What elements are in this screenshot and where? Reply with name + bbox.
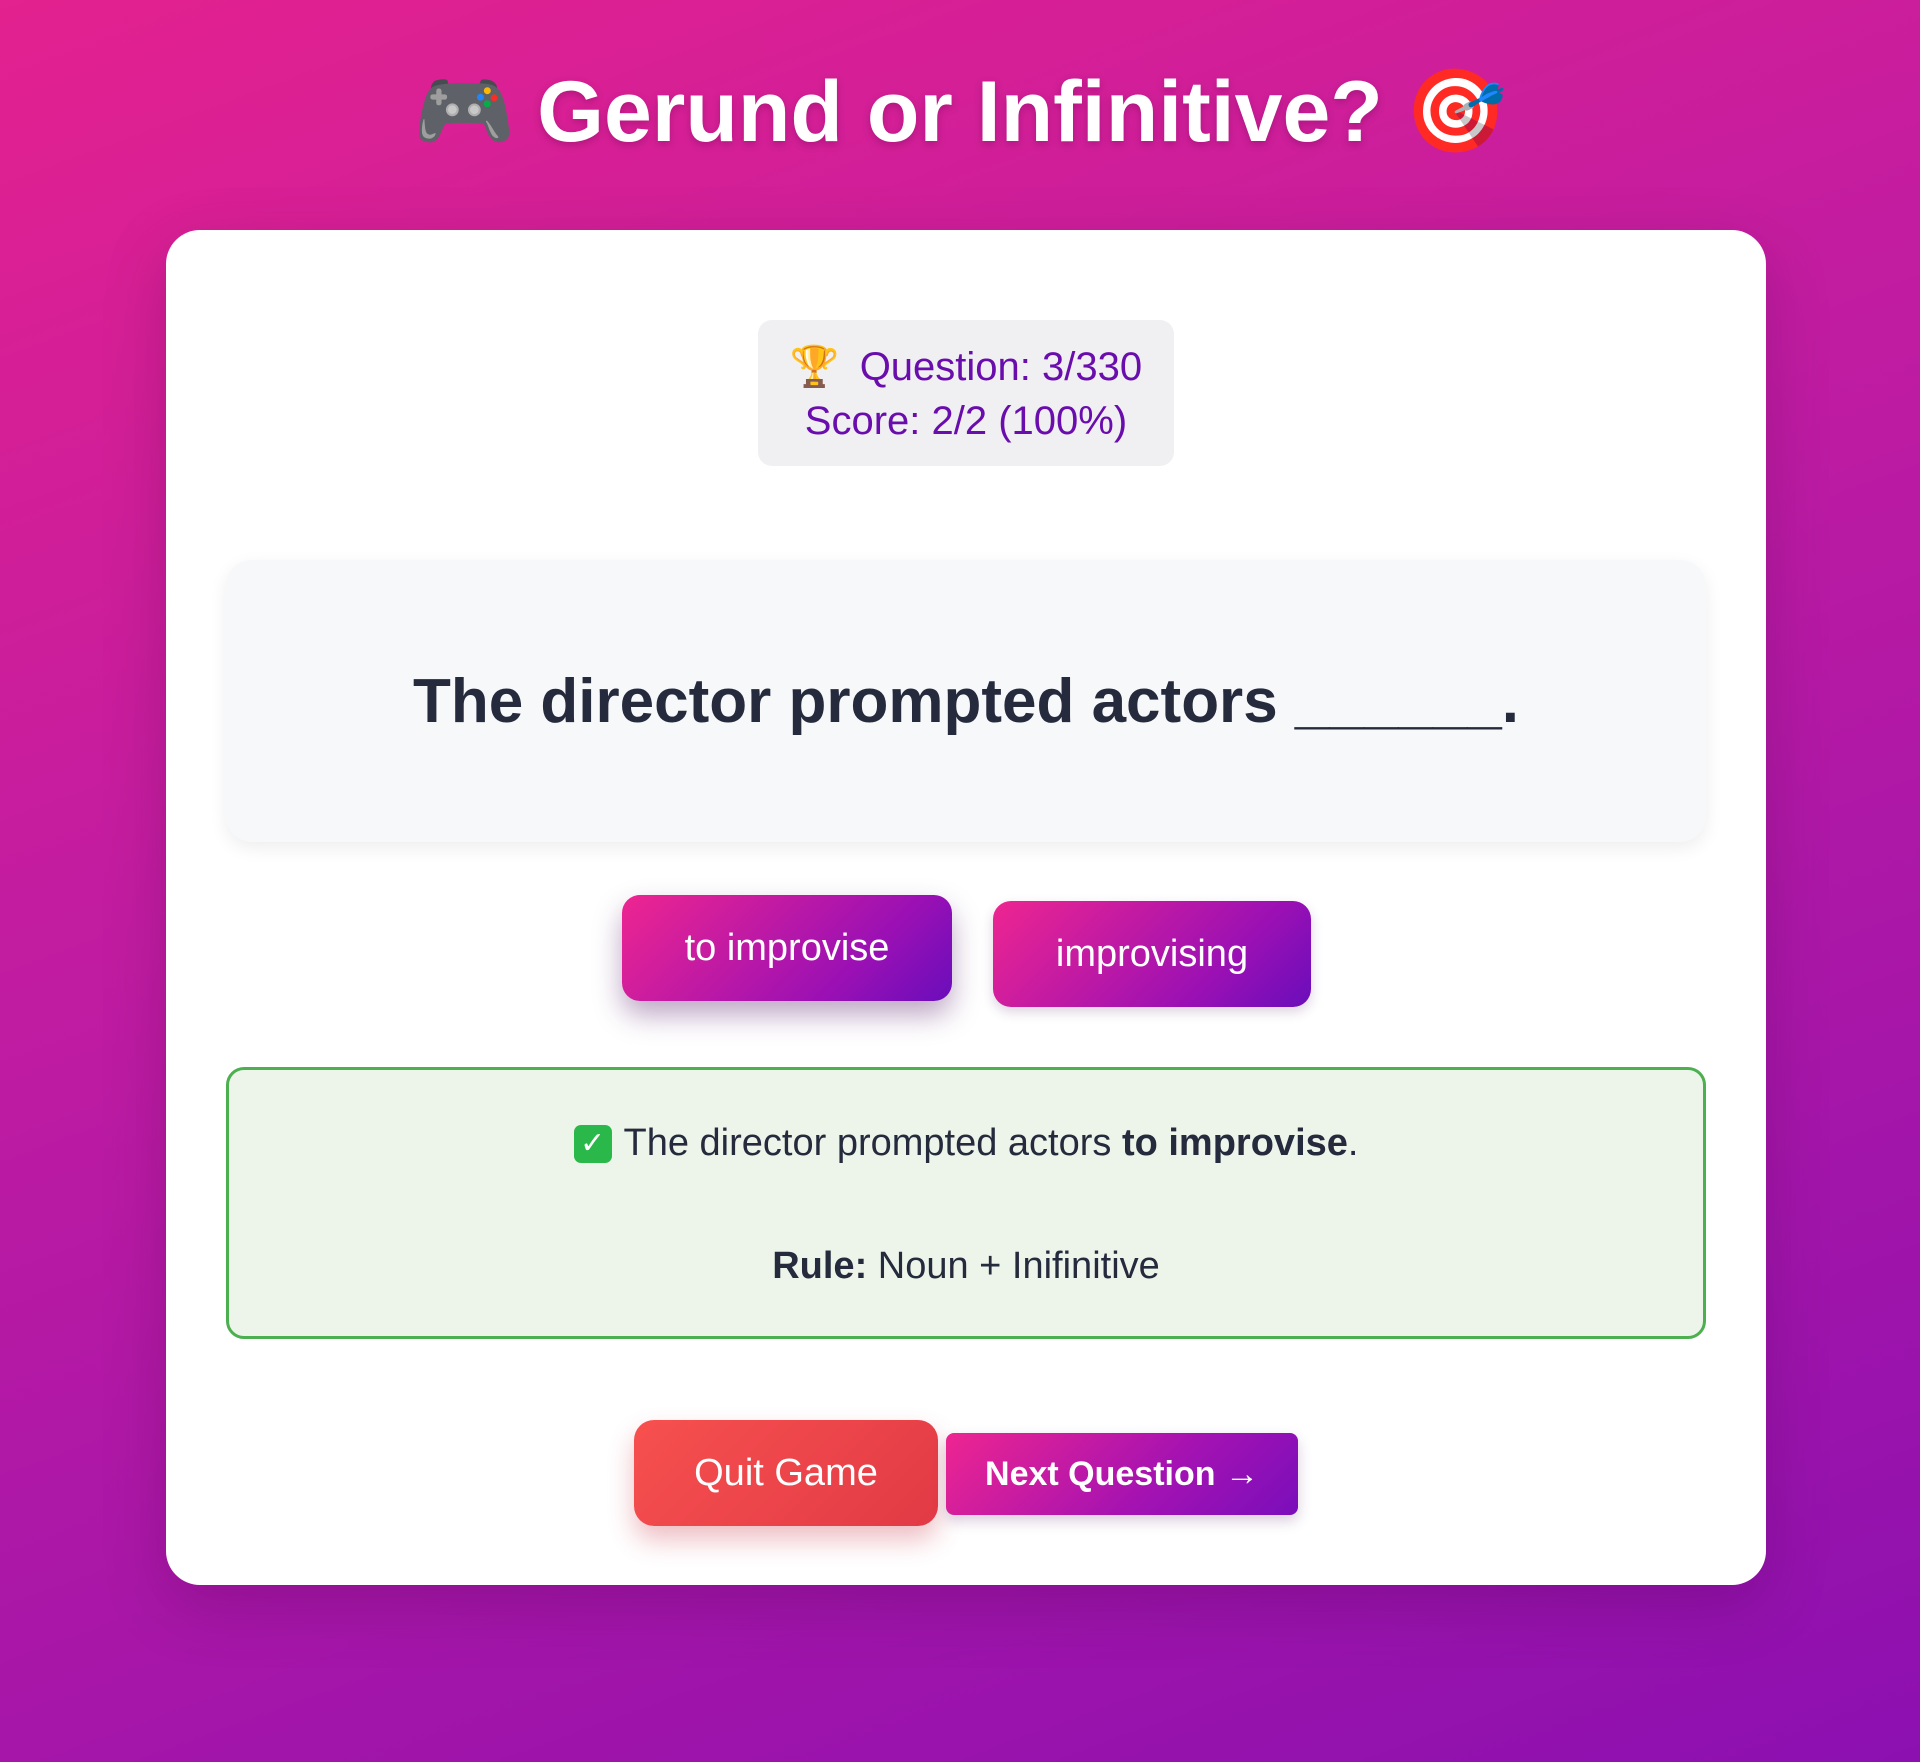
answer-option-improvising[interactable]: improvising — [993, 901, 1311, 1007]
page-title: Gerund or Infinitive? — [537, 64, 1383, 160]
gamepad-icon: 🎮 — [413, 66, 516, 157]
feedback-correct-answer: to improvise — [1121, 1122, 1348, 1164]
question-counter: Question: 3/330 — [859, 345, 1143, 389]
answer-option-to-improvise[interactable]: to improvise — [622, 895, 952, 1001]
check-icon: ✓ — [573, 1124, 612, 1163]
progress-panel: 🏆 Question: 3/330 Score: 2/2 (100%) — [758, 320, 1174, 466]
question-text: The director prompted actors ______. — [412, 666, 1520, 736]
page-title-bar: 🎮 Gerund or Infinitive? 🎯 — [0, 62, 1920, 162]
feedback-panel: ✓ The director prompted actors to improv… — [226, 1067, 1706, 1339]
feedback-sentence-suffix: . — [1347, 1122, 1359, 1164]
next-question-button[interactable]: Next Question → — [946, 1433, 1298, 1515]
trophy-icon: 🏆 — [789, 345, 840, 389]
feedback-sentence-prefix: The director prompted actors — [623, 1122, 1122, 1164]
rule-text: Noun + Inifinitive — [867, 1245, 1160, 1287]
quit-game-button[interactable]: Quit Game — [634, 1420, 938, 1526]
game-card: 🏆 Question: 3/330 Score: 2/2 (100%) The … — [166, 230, 1766, 1585]
rule-line: Rule: Noun + Inifinitive — [229, 1245, 1703, 1288]
rule-label: Rule: — [772, 1245, 868, 1287]
question-counter-row: 🏆 Question: 3/330 — [758, 340, 1174, 394]
feedback-sentence: ✓ The director prompted actors to improv… — [229, 1122, 1703, 1165]
score-display: Score: 2/2 (100%) — [804, 399, 1128, 443]
question-panel: The director prompted actors ______. — [226, 560, 1706, 842]
target-icon: 🎯 — [1404, 66, 1507, 157]
